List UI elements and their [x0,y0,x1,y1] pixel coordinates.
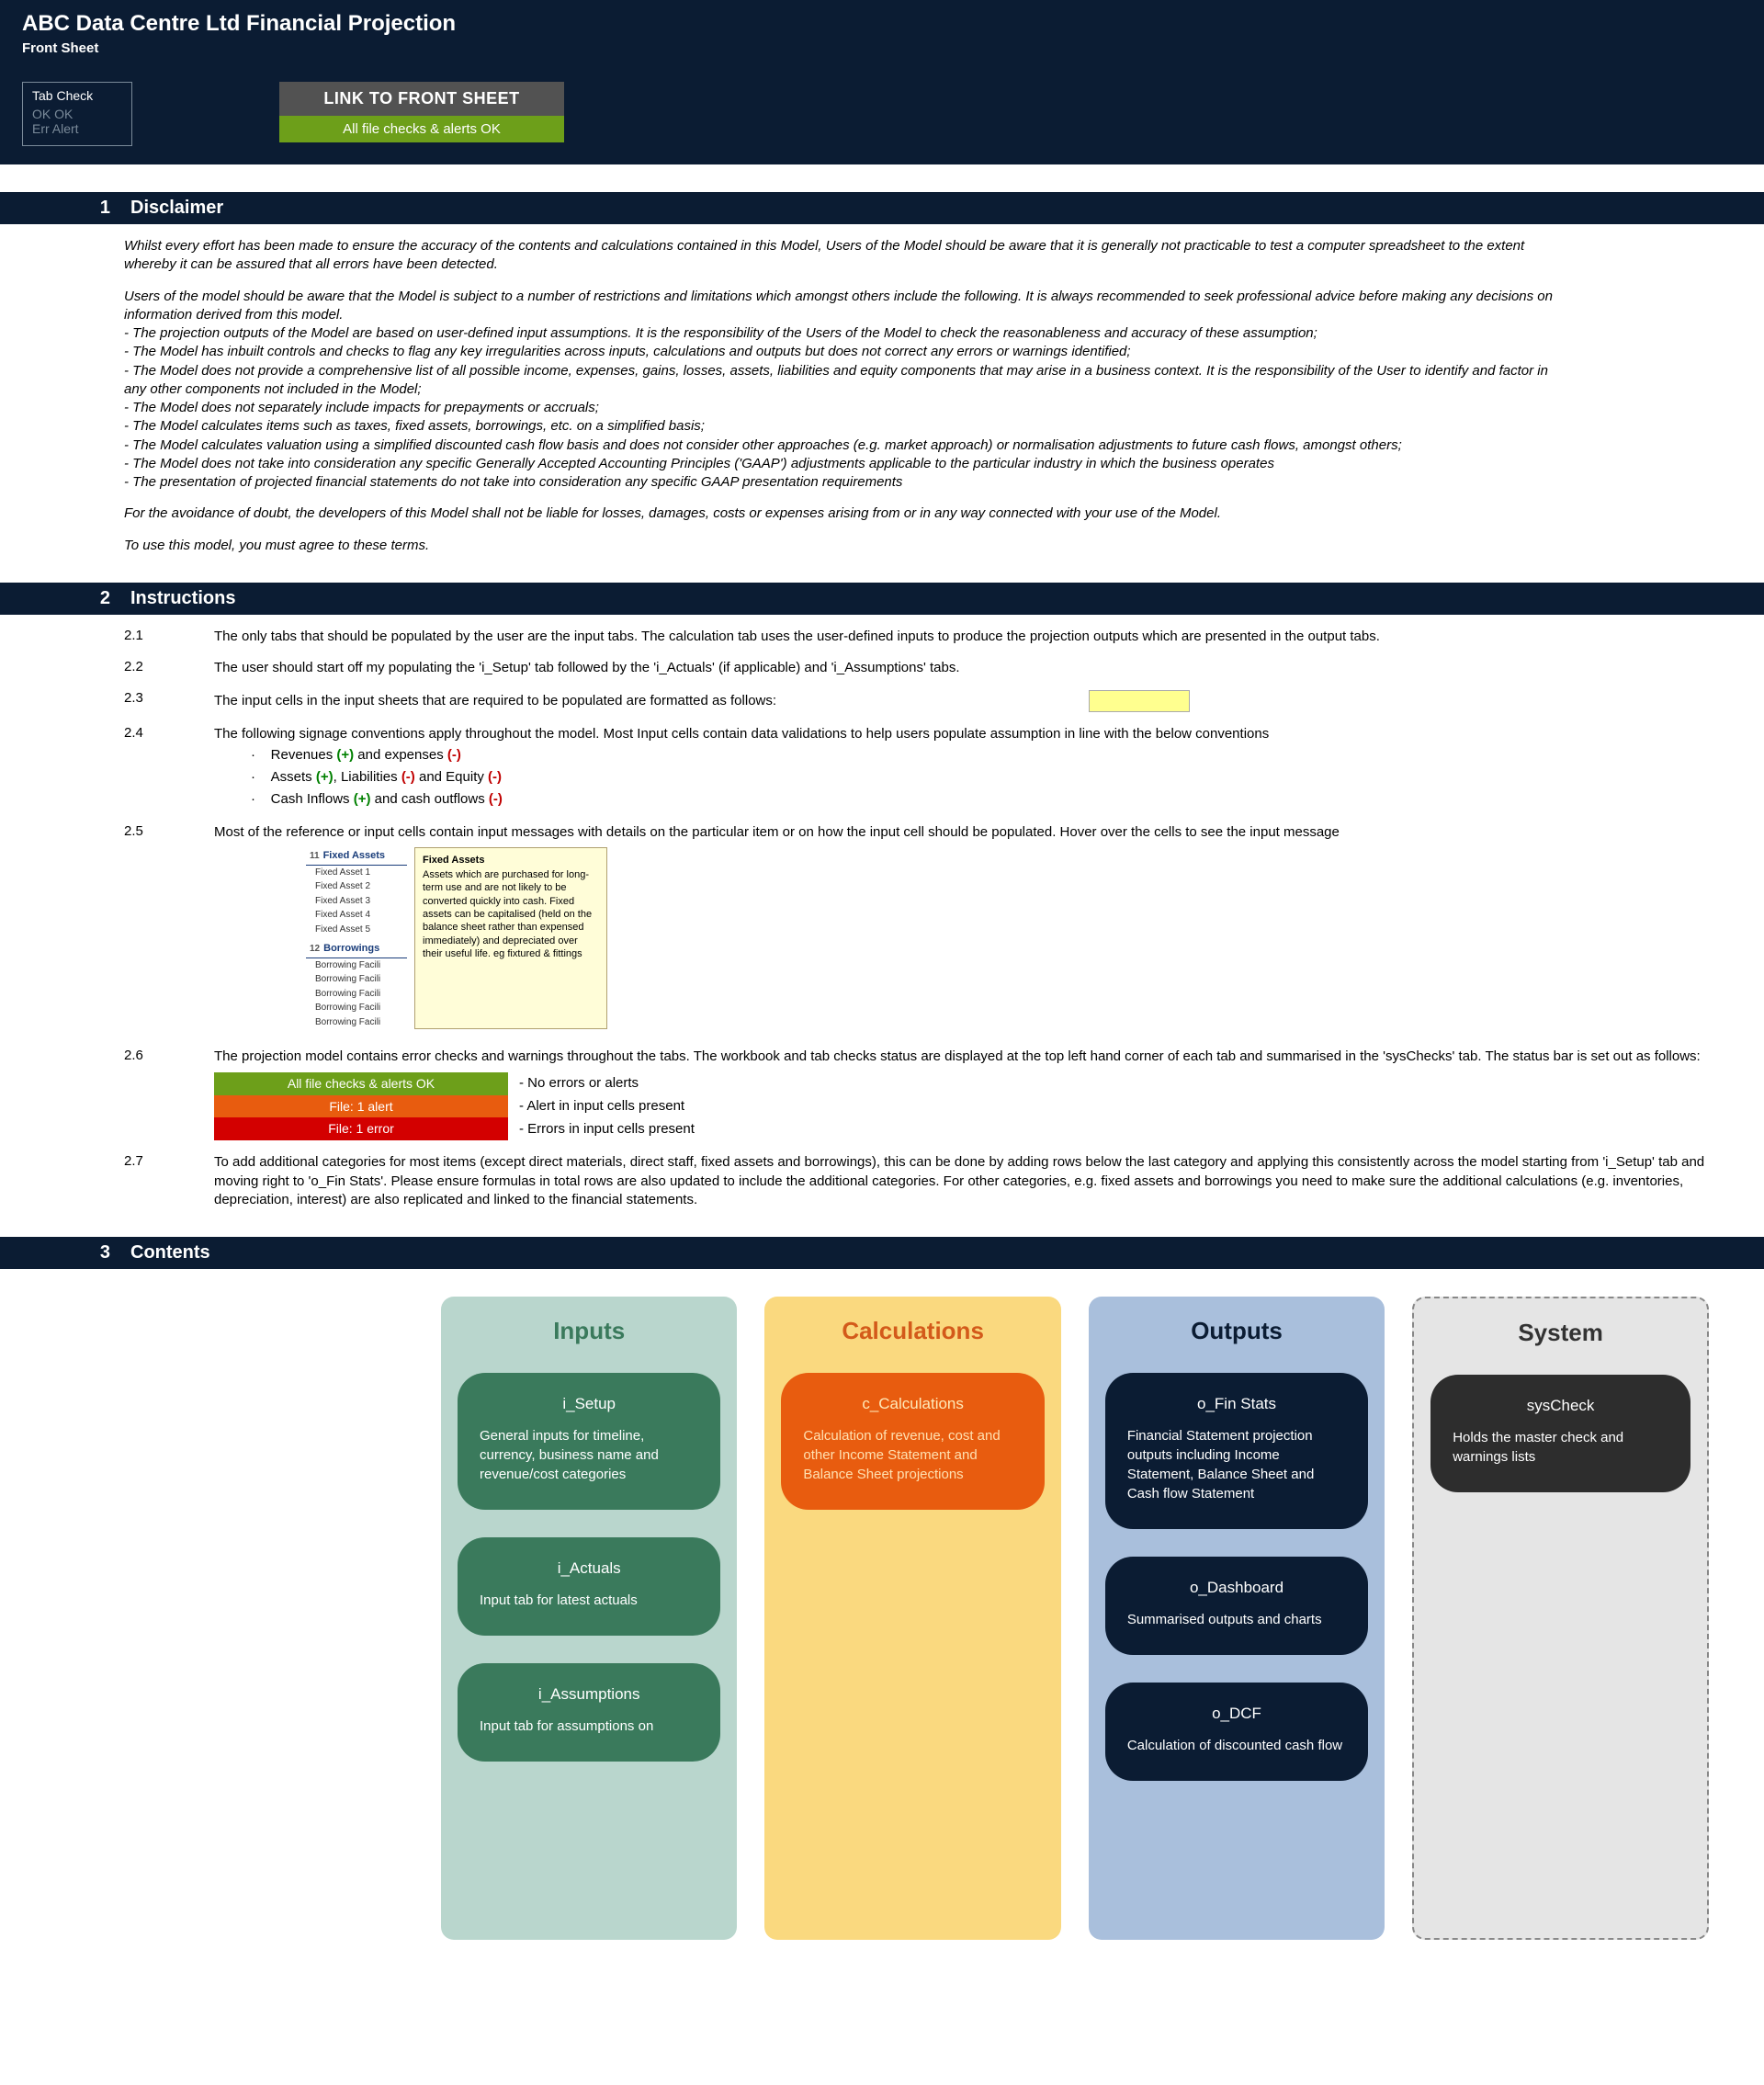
calculations-column: Calculations c_Calculations Calculation … [764,1297,1060,1940]
tooltip-title: Fixed Assets [423,854,599,867]
status-green: All file checks & alerts OK [214,1072,508,1095]
inst-25-num: 2.5 [124,823,161,839]
status-red: File: 1 error [214,1117,508,1140]
inputs-column: Inputs i_Setup General inputs for timeli… [441,1297,737,1940]
card-c-calculations[interactable]: c_Calculations Calculation of revenue, c… [781,1373,1044,1510]
instructions-block: 2.1 The only tabs that should be populate… [0,615,1764,1209]
inst-26-num: 2.6 [124,1048,161,1063]
card-syscheck[interactable]: sysCheck Holds the master check and warn… [1430,1375,1690,1492]
yellow-input-cell-sample [1089,690,1190,712]
inst-23-num: 2.3 [124,690,161,706]
inst-26: The projection model contains error chec… [214,1048,1709,1140]
disclaimer-p3: For the avoidance of doubt, the develope… [124,504,1562,523]
inst-23: The input cells in the input sheets that… [214,690,1709,712]
disclaimer-p2: Users of the model should be aware that … [124,289,1553,323]
section-2-title: Instructions [130,588,235,609]
section-2-num: 2 [92,588,110,609]
card-i-setup[interactable]: i_Setup General inputs for timeline, cur… [458,1373,720,1510]
disclaimer-b6: - The Model calculates valuation using a… [124,437,1402,453]
disclaimer-b1: - The projection outputs of the Model ar… [124,325,1317,341]
disclaimer-b4: - The Model does not separately include … [124,400,599,415]
status-orange: File: 1 alert [214,1095,508,1118]
tooltip-example: 11Fixed Assets Fixed Asset 1 Fixed Asset… [306,847,1709,1030]
tab-check-label: Tab Check [32,88,122,103]
section-2-header: 2 Instructions [0,583,1764,615]
disclaimer-b7: - The Model does not take into considera… [124,456,1274,471]
inst-24-num: 2.4 [124,725,161,741]
card-i-assumptions[interactable]: i_Assumptions Input tab for assumptions … [458,1663,720,1762]
disclaimer-b5: - The Model calculates items such as tax… [124,418,705,434]
sheet-subtitle: Front Sheet [22,40,1742,56]
tab-check-box: Tab Check OK OK Err Alert [22,82,132,146]
tooltip-body: Assets which are purchased for long-term… [423,868,599,960]
inst-21: The only tabs that should be populated b… [214,628,1709,646]
inst-22: The user should start off my populating … [214,659,1709,677]
section-3-num: 3 [92,1242,110,1263]
top-header: ABC Data Centre Ltd Financial Projection… [0,0,1764,164]
disclaimer-b8: - The presentation of projected financia… [124,474,902,490]
inst-27: To add additional categories for most it… [214,1153,1709,1209]
card-o-dcf[interactable]: o_DCF Calculation of discounted cash flo… [1105,1683,1368,1781]
system-column: System sysCheck Holds the master check a… [1412,1297,1709,1940]
disclaimer-p4: To use this model, you must agree to the… [124,537,1562,555]
tab-check-row-ok: OK OK [32,107,122,121]
section-3-header: 3 Contents [0,1237,1764,1269]
link-front-sheet-button[interactable]: LINK TO FRONT SHEET [279,82,564,116]
card-o-fin-stats[interactable]: o_Fin Stats Financial Statement projecti… [1105,1373,1368,1529]
status-bar-legend: All file checks & alerts OK- No errors o… [214,1072,765,1141]
contents-columns: Inputs i_Setup General inputs for timeli… [0,1269,1764,1977]
inst-22-num: 2.2 [124,659,161,674]
section-1-header: 1 Disclaimer [0,192,1764,224]
section-3-title: Contents [130,1242,210,1263]
inst-27-num: 2.7 [124,1153,161,1169]
section-1-title: Disclaimer [130,198,223,219]
tab-check-row-err: Err Alert [32,121,122,136]
disclaimer-block: Whilst every effort has been made to ens… [0,224,1617,555]
card-o-dashboard[interactable]: o_Dashboard Summarised outputs and chart… [1105,1557,1368,1655]
outputs-column: Outputs o_Fin Stats Financial Statement … [1089,1297,1385,1940]
disclaimer-b2: - The Model has inbuilt controls and che… [124,344,1131,359]
disclaimer-p1: Whilst every effort has been made to ens… [124,237,1562,275]
header-buttons: LINK TO FRONT SHEET All file checks & al… [279,82,564,142]
inst-25: Most of the reference or input cells con… [214,823,1709,1036]
section-1-num: 1 [92,198,110,219]
inst-21-num: 2.1 [124,628,161,643]
disclaimer-b3: - The Model does not provide a comprehen… [124,363,1548,397]
card-i-actuals[interactable]: i_Actuals Input tab for latest actuals [458,1537,720,1636]
file-checks-status: All file checks & alerts OK [279,116,564,142]
inst-24: The following signage conventions apply … [214,725,1709,810]
model-title: ABC Data Centre Ltd Financial Projection [22,11,1742,37]
